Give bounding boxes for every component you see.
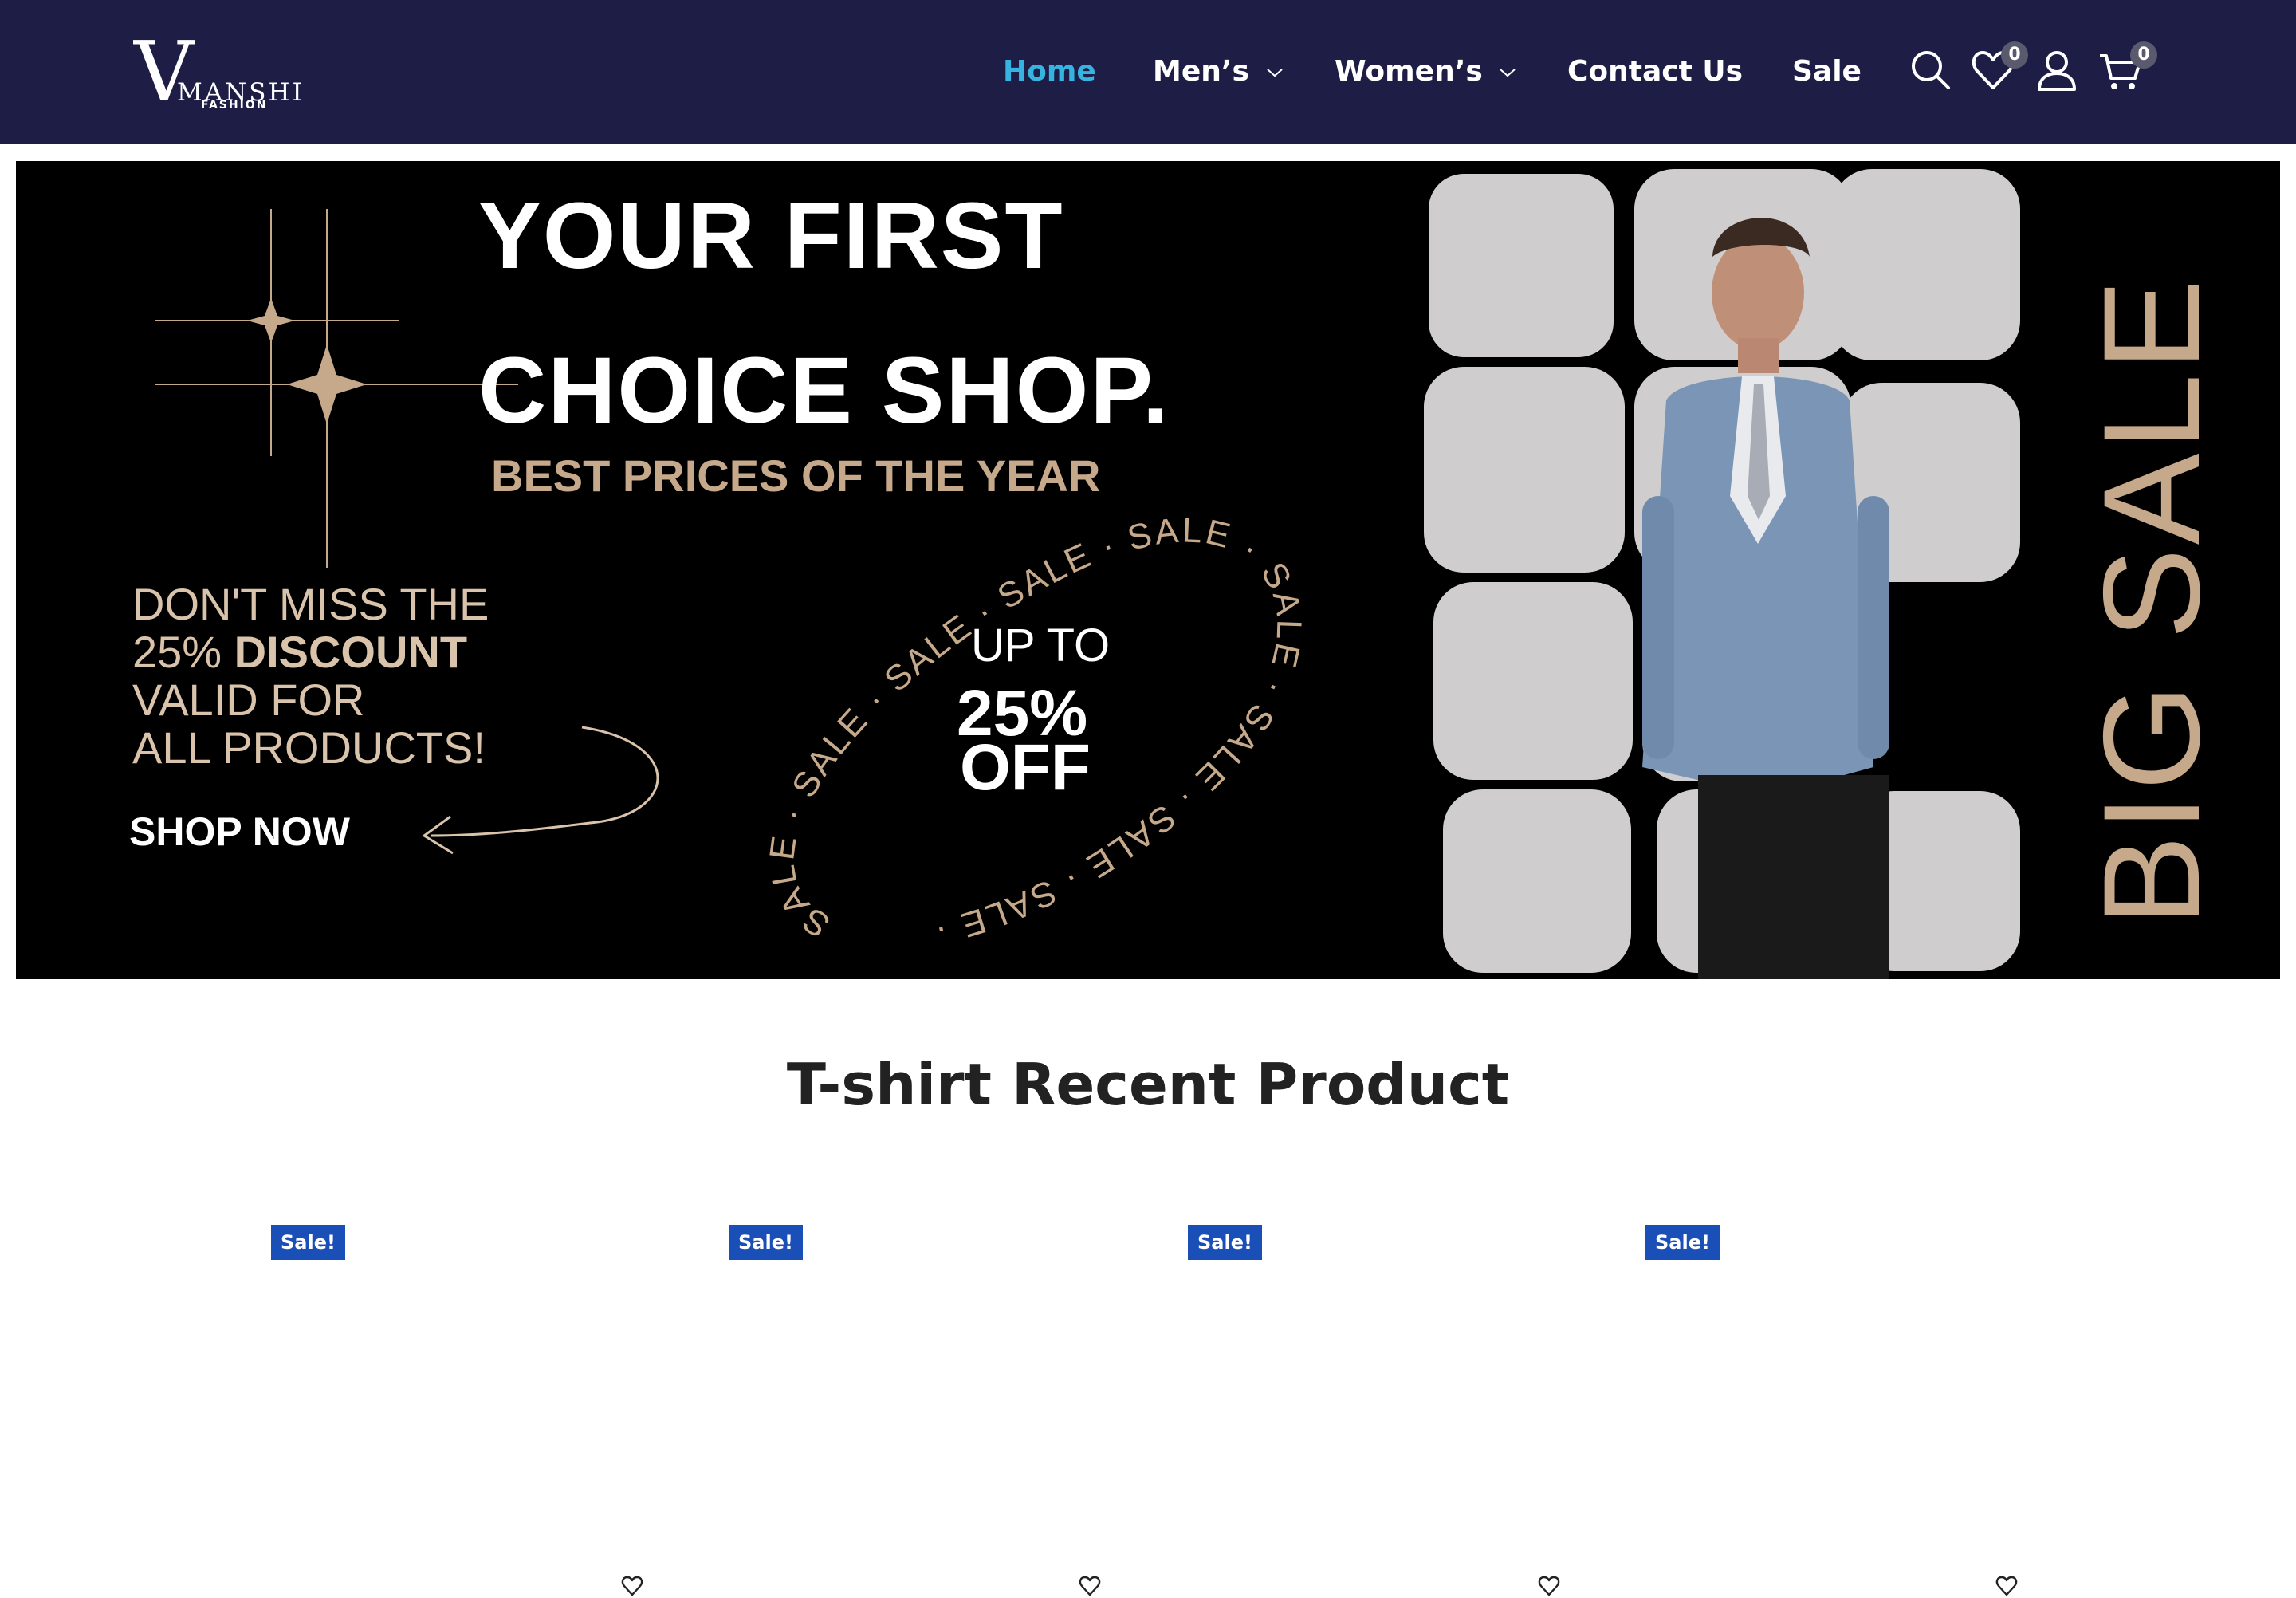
chevron-down-icon [1266, 69, 1283, 77]
banner-graphics: SALE · SALE · SALE · SALE · SALE · SALE … [155, 169, 2020, 979]
promo-percent: 25% [132, 627, 234, 677]
cart-count-badge: 0 [2130, 41, 2157, 69]
wishlist-button[interactable]: 0 [1969, 41, 2028, 94]
site-header: V MANSHI FASHION Home Men’s Women’s Cont… [0, 0, 2296, 144]
shop-now-button[interactable]: SHOP NOW [129, 809, 350, 855]
promo-discount: DISCOUNT [234, 627, 468, 677]
nav-sale-label: Sale [1792, 55, 1862, 88]
banner-subline: BEST PRICES OF THE YEAR [491, 451, 1101, 501]
sale-badge: Sale! [271, 1225, 345, 1260]
product-card[interactable]: Sale! [1188, 1220, 1602, 1596]
sale-badge: Sale! [1188, 1225, 1262, 1260]
promo-line-3: VALID FOR [132, 675, 365, 725]
logo[interactable]: V MANSHI FASHION [134, 30, 302, 115]
cart-button[interactable]: 0 [2097, 41, 2157, 94]
nav-contact-label: Contact Us [1567, 55, 1744, 88]
banner-headline-1: YOUR FIRST [478, 183, 1064, 289]
sale-badge: Sale! [1645, 1225, 1720, 1260]
section-title: T-shirt Recent Product [786, 1051, 1510, 1118]
sale-badge: Sale! [729, 1225, 803, 1260]
promo-line-1: DON'T MISS THE [132, 579, 489, 629]
nav-womens[interactable]: Women’s [1335, 49, 1516, 94]
nav-womens-label: Women’s [1335, 55, 1483, 88]
product-card[interactable]: Sale! [271, 1220, 686, 1596]
offer-up-to: UP TO [971, 620, 1111, 671]
nav-mens[interactable]: Men’s [1153, 49, 1284, 94]
chevron-down-icon [1500, 69, 1516, 77]
logo-subtitle: FASHION [201, 99, 268, 112]
nav-home-label: Home [1003, 55, 1096, 88]
wishlist-count-badge: 0 [2001, 41, 2028, 69]
account-button[interactable] [2033, 46, 2081, 94]
hero-banner[interactable]: SALE · SALE · SALE · SALE · SALE · SALE … [16, 161, 2280, 979]
product-card[interactable]: Sale! [1645, 1220, 2060, 1596]
big-sale-label: BIG SALE [2075, 276, 2228, 927]
product-card[interactable]: Sale! [729, 1220, 1143, 1596]
search-icon [1912, 51, 1950, 89]
sparkle-icon [155, 209, 518, 568]
nav-sale[interactable]: Sale [1792, 49, 1862, 94]
promo-line-4: ALL PRODUCTS! [132, 722, 486, 773]
user-icon [2038, 51, 2076, 91]
nav-home[interactable]: Home [1003, 49, 1096, 94]
banner-headline-2: CHOICE SHOP. [478, 338, 1170, 443]
offer-off: OFF [960, 731, 1091, 804]
nav-mens-label: Men’s [1153, 55, 1249, 88]
promo-line-2: 25% DISCOUNT [132, 628, 467, 676]
nav-contact[interactable]: Contact Us [1567, 49, 1743, 94]
search-button[interactable] [1907, 46, 1955, 94]
